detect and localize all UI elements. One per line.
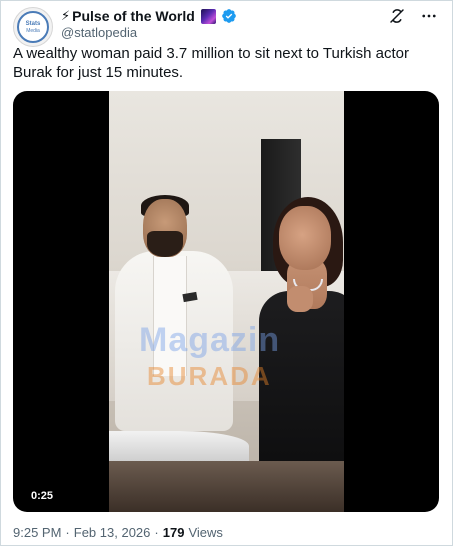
tweet-actions-top xyxy=(388,7,438,25)
meta-separator: · xyxy=(65,525,70,540)
more-icon[interactable] xyxy=(420,7,438,25)
views-label: Views xyxy=(188,525,223,540)
tweet-text: A wealthy woman paid 3.7 million to sit … xyxy=(13,45,410,81)
views-count[interactable]: 179 xyxy=(163,525,185,541)
video-duration-badge: 0:25 xyxy=(25,487,60,505)
avatar[interactable]: Stats Media xyxy=(13,7,53,47)
author-name-row[interactable]: ⚡ Pulse of the World xyxy=(61,7,237,25)
foreground xyxy=(109,461,344,512)
meta-separator: · xyxy=(154,525,159,540)
grok-icon[interactable] xyxy=(388,7,406,25)
tweet-date[interactable]: Feb 13, 2026 xyxy=(74,525,151,541)
woman-hand xyxy=(287,286,313,312)
avatar-logo: Stats Media xyxy=(17,11,49,43)
verified-badge-icon xyxy=(221,9,236,23)
watermark-top: Magazin xyxy=(139,321,281,359)
tweet-card[interactable]: Stats Media ⚡ Pulse of the World @statlo… xyxy=(0,0,453,546)
woman-figure xyxy=(259,291,344,481)
galaxy-emoji-icon xyxy=(200,8,216,24)
display-name[interactable]: Pulse of the World xyxy=(72,7,195,25)
lightning-emoji: ⚡ xyxy=(61,8,71,23)
avatar-text-2: Media xyxy=(26,27,40,34)
author-handle[interactable]: @statlopedia xyxy=(61,25,137,41)
woman-head xyxy=(279,206,331,270)
watermark-bottom: BURADA xyxy=(147,361,272,391)
table xyxy=(109,431,249,461)
tweet-time[interactable]: 9:25 PM xyxy=(13,525,61,541)
video-frame: Magazin BURADA xyxy=(109,91,344,512)
tweet-meta: 9:25 PM · Feb 13, 2026 · 179 Views xyxy=(13,525,223,541)
man-beard xyxy=(147,231,183,257)
avatar-text-1: Stats xyxy=(25,20,41,27)
video-player[interactable]: Magazin BURADA 0:25 xyxy=(13,91,439,512)
